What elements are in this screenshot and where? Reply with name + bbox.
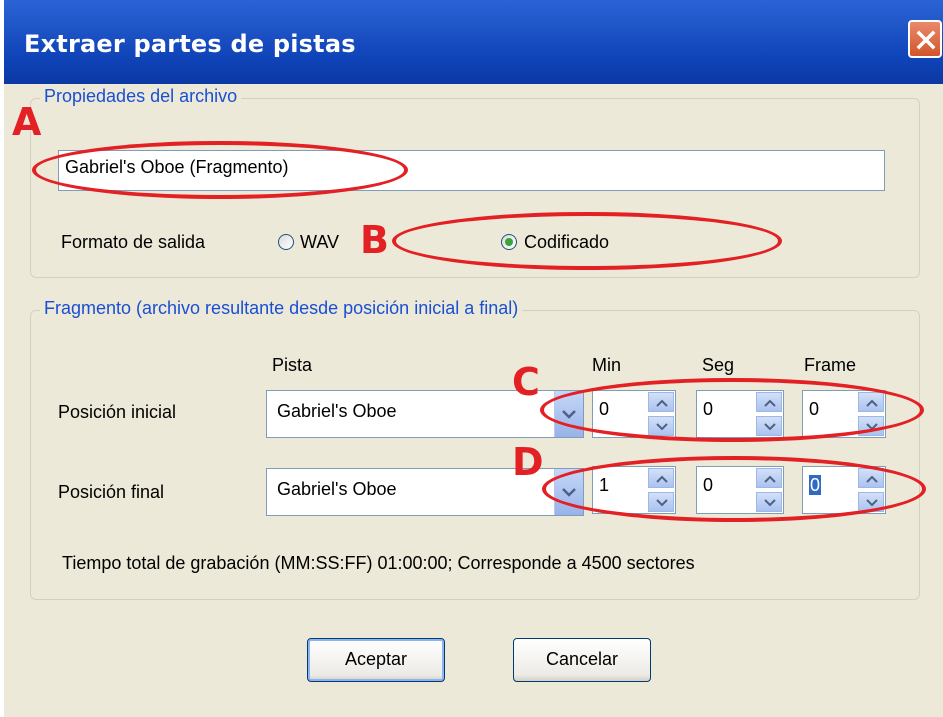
cancel-button-label: Cancelar bbox=[545, 649, 619, 669]
close-icon bbox=[916, 30, 936, 50]
close-button[interactable] bbox=[908, 20, 942, 58]
radio-wav-label[interactable]: WAV bbox=[300, 232, 339, 253]
file-properties-legend: Propiedades del archivo bbox=[40, 86, 242, 107]
end-track-value: Gabriel's Oboe bbox=[277, 479, 397, 499]
annotation-letter-c: C bbox=[512, 360, 540, 404]
annotation-ellipse-c bbox=[540, 378, 924, 442]
annotation-ellipse-b bbox=[392, 212, 782, 270]
annotation-letter-d: D bbox=[512, 440, 544, 484]
total-time-text: Tiempo total de grabación (MM:SS:FF) 01:… bbox=[62, 553, 695, 573]
annotation-ellipse-a bbox=[32, 141, 408, 199]
start-track-value: Gabriel's Oboe bbox=[277, 401, 397, 421]
end-position-label: Posición final bbox=[58, 482, 165, 502]
annotation-letter-a: A bbox=[12, 100, 42, 144]
fragment-legend: Fragmento (archivo resultante desde posi… bbox=[40, 298, 523, 319]
frame-column-header: Frame bbox=[804, 355, 857, 375]
track-column-header: Pista bbox=[272, 355, 313, 375]
title-bar[interactable]: Extraer partes de pistas bbox=[4, 0, 943, 84]
annotation-letter-b: B bbox=[360, 218, 389, 262]
min-column-header: Min bbox=[592, 355, 622, 375]
output-format-label: Formato de salida bbox=[61, 232, 206, 252]
dialog-window: Extraer partes de pistas Propiedades del… bbox=[4, 0, 943, 717]
accept-button-label: Aceptar bbox=[344, 649, 408, 669]
cancel-button[interactable]: Cancelar bbox=[513, 638, 651, 682]
start-position-label: Posición inicial bbox=[58, 402, 177, 422]
window-title: Extraer partes de pistas bbox=[24, 30, 356, 58]
radio-wav[interactable] bbox=[278, 234, 294, 250]
annotation-ellipse-d bbox=[542, 456, 926, 522]
accept-button[interactable]: Aceptar bbox=[307, 638, 445, 682]
sec-column-header: Seg bbox=[702, 355, 735, 375]
